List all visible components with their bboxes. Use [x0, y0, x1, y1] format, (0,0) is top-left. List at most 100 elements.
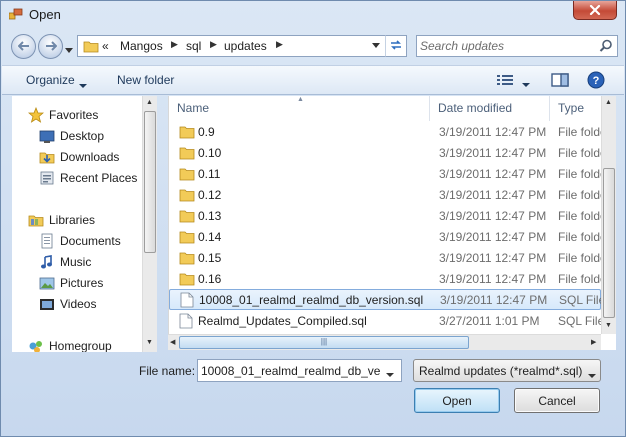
nav-recent-places[interactable]: Recent Places [39, 168, 137, 188]
file-row[interactable]: 0.9 3/19/2011 12:47 PM File folder [169, 122, 611, 143]
nav-homegroup[interactable]: Homegroup [28, 336, 112, 352]
svg-text:?: ? [593, 75, 600, 87]
file-name: Realmd_Updates_Compiled.sql [198, 314, 367, 328]
preview-pane-icon[interactable] [551, 72, 569, 91]
column-header-date[interactable]: Date modified [430, 96, 550, 121]
chevron-down-icon[interactable] [386, 367, 394, 381]
forward-button[interactable] [38, 34, 63, 59]
file-name-input[interactable] [201, 363, 381, 378]
file-row[interactable]: 0.14 3/19/2011 12:47 PM File folder [169, 227, 611, 248]
file-list-vertical-scrollbar[interactable]: ▲ ▼ [601, 96, 616, 334]
file-name: 0.13 [198, 209, 222, 223]
open-button[interactable]: Open [414, 388, 500, 413]
nav-label: Documents [60, 234, 121, 248]
nav-favorites[interactable]: Favorites [28, 105, 98, 125]
scroll-left-icon[interactable]: ◀ [170, 338, 175, 346]
file-name: 0.15 [198, 251, 222, 265]
nav-label: Music [60, 255, 92, 269]
nav-music[interactable]: Music [39, 252, 91, 272]
folder-icon [179, 208, 195, 226]
nav-label: Pictures [60, 276, 104, 290]
close-button[interactable] [573, 1, 617, 20]
folder-icon [179, 145, 195, 163]
file-row[interactable]: 0.15 3/19/2011 12:47 PM File folder [169, 248, 611, 269]
file-date: 3/19/2011 12:47 PM [439, 251, 547, 265]
organize-button[interactable]: Organize [26, 73, 75, 87]
scroll-up-icon[interactable]: ▲ [146, 99, 153, 106]
nav-pictures[interactable]: Pictures [39, 273, 103, 293]
file-row[interactable]: 0.13 3/19/2011 12:47 PM File folder [169, 206, 611, 227]
file-row[interactable]: 0.12 3/19/2011 12:47 PM File folder [169, 185, 611, 206]
nav-desktop[interactable]: Desktop [39, 126, 104, 146]
desktop-icon [39, 128, 55, 144]
file-date: 3/19/2011 12:47 PM [439, 209, 547, 223]
file-type: SQL File [559, 293, 606, 307]
cancel-button[interactable]: Cancel [514, 388, 600, 413]
pictures-icon [39, 275, 55, 291]
nav-libraries[interactable]: Libraries [28, 210, 95, 230]
recent-pages-dropdown[interactable] [65, 43, 73, 53]
new-folder-button[interactable]: New folder [117, 73, 174, 87]
nav-downloads[interactable]: Downloads [39, 147, 119, 167]
nav-videos[interactable]: Videos [39, 294, 96, 314]
file-list-horizontal-scrollbar[interactable]: ◀ ||| ▶ [168, 334, 601, 350]
file-type-filter-value: Realmd updates (*realmd*.sql) [419, 364, 583, 378]
scroll-down-icon[interactable]: ▼ [146, 339, 153, 346]
scroll-right-icon[interactable]: ▶ [591, 338, 596, 346]
file-row[interactable]: 0.11 3/19/2011 12:47 PM File folder [169, 164, 611, 185]
breadcrumb-overflow[interactable]: « [102, 39, 109, 53]
scrollbar-thumb[interactable] [144, 111, 156, 253]
folder-icon [83, 39, 99, 56]
back-button[interactable] [11, 34, 36, 59]
chevron-right-icon[interactable]: ▶ [276, 39, 283, 50]
scroll-down-icon[interactable]: ▼ [605, 322, 612, 329]
refresh-button[interactable] [385, 35, 407, 57]
file-icon [180, 292, 194, 311]
chevron-right-icon[interactable]: ▶ [210, 39, 217, 50]
nav-documents[interactable]: Documents [39, 231, 121, 251]
address-dropdown[interactable] [368, 39, 384, 53]
file-name: 10008_01_realmd_realmd_db_version.sql [199, 293, 424, 307]
file-date: 3/27/2011 1:01 PM [439, 314, 540, 328]
file-row[interactable]: 0.16 3/19/2011 12:47 PM File folder [169, 269, 611, 290]
file-date: 3/19/2011 12:47 PM [439, 146, 547, 160]
view-options-icon[interactable] [496, 72, 514, 91]
chevron-down-icon[interactable] [588, 368, 596, 382]
file-row[interactable]: Realmd_Updates_Compiled.sql 3/27/2011 1:… [169, 311, 604, 332]
chevron-right-icon[interactable]: ▶ [171, 39, 178, 50]
navigation-scrollbar[interactable]: ▲ ▼ [142, 96, 157, 352]
file-row[interactable]: 0.10 3/19/2011 12:47 PM File folder [169, 143, 611, 164]
scrollbar-thumb[interactable]: ||| [179, 336, 469, 349]
file-name: 0.16 [198, 272, 222, 286]
search-input[interactable] [420, 38, 595, 54]
window-title: Open [29, 7, 61, 22]
forward-arrow-icon [45, 40, 57, 54]
search-icon[interactable] [599, 39, 613, 56]
search-box[interactable] [416, 35, 618, 57]
file-name-label: File name: [139, 364, 196, 378]
nav-label: Homegroup [49, 339, 112, 352]
column-date-label: Date modified [438, 101, 513, 115]
scroll-up-icon[interactable]: ▲ [605, 99, 612, 106]
help-icon[interactable]: ? [587, 71, 605, 92]
homegroup-icon [28, 338, 44, 352]
breadcrumb-mangos[interactable]: Mangos [120, 39, 163, 53]
organize-dropdown-icon[interactable] [79, 78, 87, 92]
address-bar[interactable]: « Mangos ▶ sql ▶ updates ▶ [77, 35, 407, 57]
view-dropdown-icon[interactable] [522, 77, 530, 91]
scrollbar-thumb[interactable] [603, 168, 615, 318]
folder-icon [179, 250, 195, 268]
file-name: 0.9 [198, 125, 215, 139]
nav-label: Libraries [49, 213, 96, 227]
music-icon [39, 254, 55, 270]
file-name-combobox[interactable] [197, 359, 402, 382]
folder-icon [179, 187, 195, 205]
videos-icon [39, 296, 55, 312]
breadcrumb-sql[interactable]: sql [186, 39, 201, 53]
file-date: 3/19/2011 12:47 PM [440, 293, 548, 307]
file-row-selected[interactable]: 10008_01_realmd_realmd_db_version.sql 3/… [169, 289, 605, 311]
file-type-filter[interactable]: Realmd updates (*realmd*.sql) [413, 359, 601, 382]
nav-label: Recent Places [60, 171, 138, 185]
file-name: 0.11 [198, 167, 221, 181]
breadcrumb-updates[interactable]: updates [224, 39, 267, 53]
